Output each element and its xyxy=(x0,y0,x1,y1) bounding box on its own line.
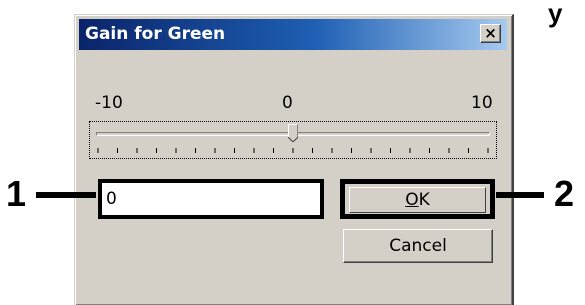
dialog-titlebar[interactable]: Gain for Green × xyxy=(79,19,507,50)
callout-number-2: 2 xyxy=(554,173,575,214)
dialog-title: Gain for Green xyxy=(85,24,226,44)
top-right-text-fragment: y xyxy=(548,0,563,28)
gain-value-text: 0 xyxy=(106,189,117,209)
close-button[interactable]: × xyxy=(480,24,501,43)
callout-line-2 xyxy=(496,192,544,198)
slider-min-label: -10 xyxy=(95,93,123,113)
ok-mnemonic: O xyxy=(405,190,419,210)
slider-mid-label: 0 xyxy=(282,93,293,113)
ok-button[interactable]: OK xyxy=(349,187,486,213)
callout-line-1 xyxy=(36,192,96,198)
close-icon: × xyxy=(484,24,497,42)
slider-max-label: 10 xyxy=(471,93,493,113)
slider-thumb[interactable] xyxy=(288,124,298,142)
cancel-button[interactable]: Cancel xyxy=(343,229,493,263)
slider-ticks xyxy=(97,148,489,153)
ok-label-rest: K xyxy=(418,190,430,210)
callout-number-1: 1 xyxy=(6,173,27,214)
gain-value-input[interactable]: 0 xyxy=(98,179,324,219)
ok-button-highlight: OK xyxy=(340,179,495,219)
gain-dialog: Gain for Green × -10 0 10 0 OK Cancel xyxy=(74,14,514,305)
gain-slider[interactable] xyxy=(89,121,497,159)
